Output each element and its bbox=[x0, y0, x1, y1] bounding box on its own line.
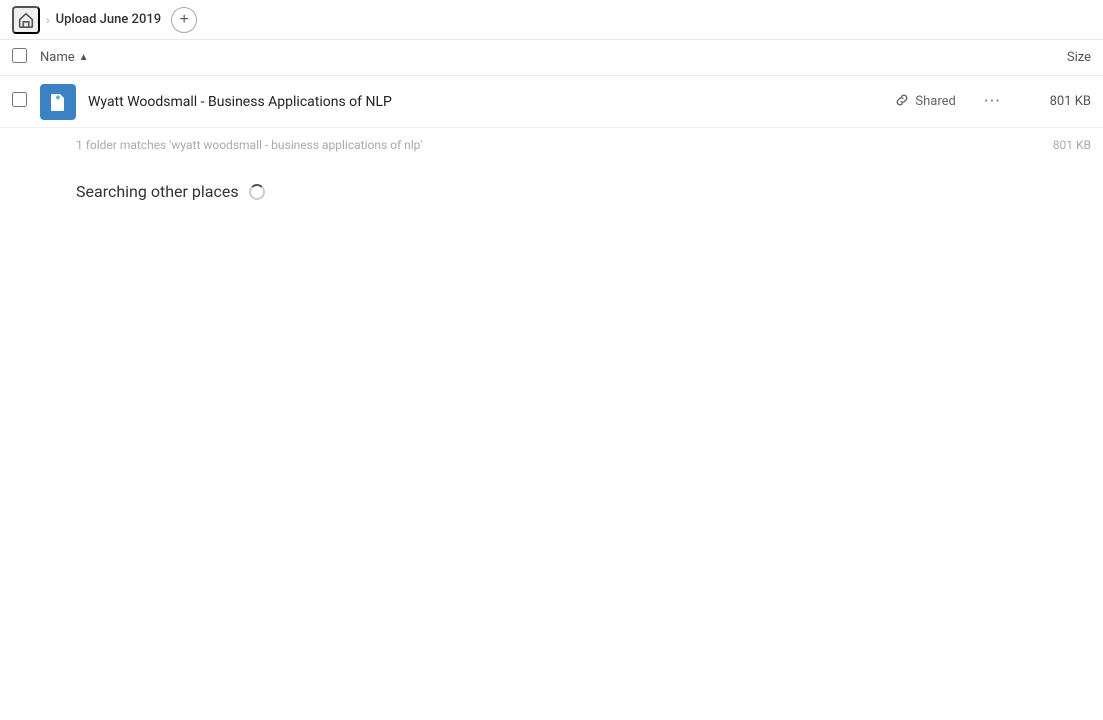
chain-link-icon bbox=[895, 93, 909, 107]
select-all-checkbox-cell[interactable] bbox=[12, 48, 40, 67]
searching-other-places-section: Searching other places bbox=[0, 162, 1103, 221]
file-name-label: Wyatt Woodsmall - Business Applications … bbox=[88, 94, 895, 110]
shared-status: Shared bbox=[895, 93, 955, 111]
more-options-button[interactable]: ··· bbox=[976, 87, 1009, 116]
breadcrumb-label: Upload June 2019 bbox=[56, 12, 162, 27]
add-button[interactable]: + bbox=[171, 7, 197, 33]
home-button[interactable] bbox=[12, 6, 40, 34]
column-headers: Name ▲ Size bbox=[0, 40, 1103, 76]
shared-label: Shared bbox=[915, 94, 955, 109]
folder-matches-size: 801 KB bbox=[1053, 138, 1091, 152]
loading-spinner bbox=[249, 184, 265, 200]
name-column-label: Name bbox=[40, 50, 75, 65]
file-size-label: 801 KB bbox=[1021, 94, 1091, 109]
file-list-item[interactable]: Wyatt Woodsmall - Business Applications … bbox=[0, 76, 1103, 128]
breadcrumb-chevron-icon: › bbox=[46, 13, 50, 27]
file-type-icon bbox=[40, 84, 76, 120]
name-column-header[interactable]: Name ▲ bbox=[40, 50, 1001, 65]
file-checkbox-cell[interactable] bbox=[12, 92, 40, 111]
folder-matches-text: 1 folder matches 'wyatt woodsmall - busi… bbox=[76, 138, 422, 152]
searching-label: Searching other places bbox=[76, 182, 239, 201]
home-icon bbox=[17, 11, 35, 29]
sort-arrow-icon: ▲ bbox=[79, 52, 89, 63]
folder-matches-row: 1 folder matches 'wyatt woodsmall - busi… bbox=[0, 128, 1103, 162]
document-icon bbox=[48, 92, 68, 112]
size-column-label: Size bbox=[1067, 50, 1091, 65]
file-checkbox[interactable] bbox=[12, 92, 27, 107]
select-all-checkbox[interactable] bbox=[12, 48, 27, 63]
breadcrumb-bar: › Upload June 2019 + bbox=[0, 0, 1103, 40]
size-column-header: Size bbox=[1001, 50, 1091, 65]
link-icon bbox=[895, 93, 909, 111]
